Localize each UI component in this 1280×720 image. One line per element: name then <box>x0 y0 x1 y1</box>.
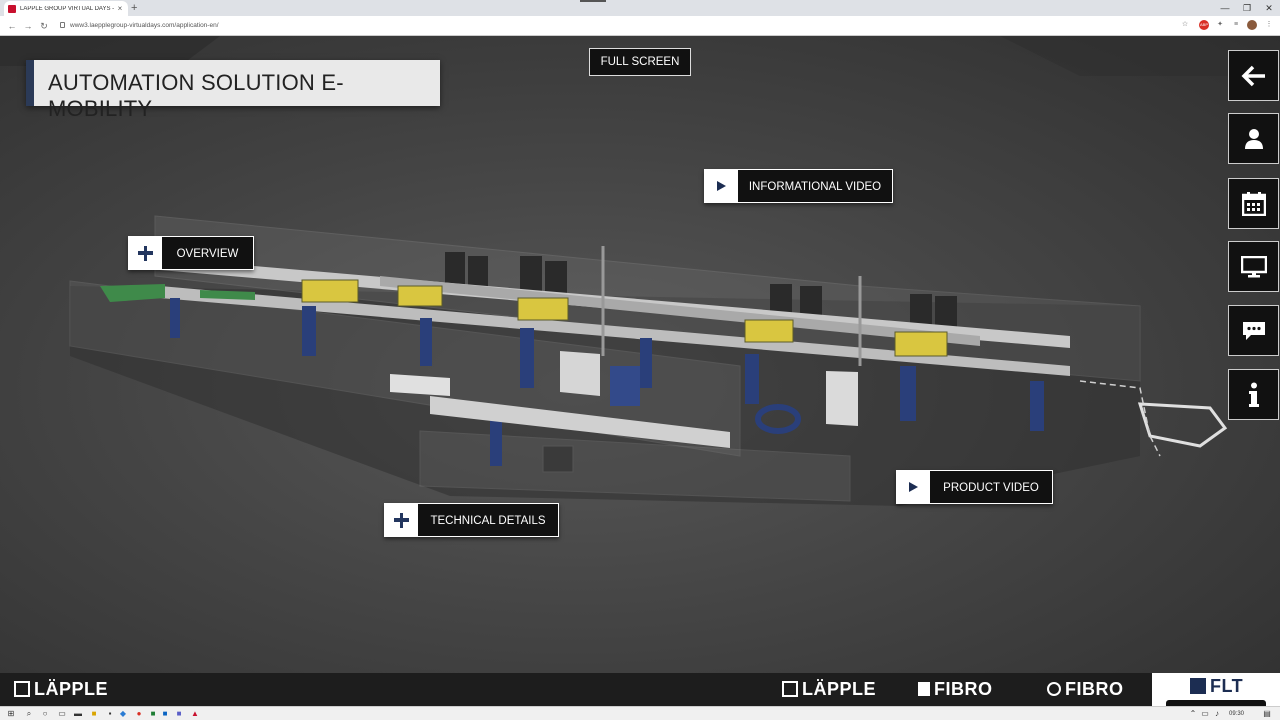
minimize-button[interactable]: — <box>1214 0 1236 16</box>
tray-chevron-icon[interactable]: ⌃ <box>1188 709 1198 719</box>
flt-mark-icon <box>1190 678 1206 694</box>
fibro-logo-2[interactable]: FIBRO <box>1047 678 1124 700</box>
browser-app-icon[interactable]: ▲ <box>190 709 200 719</box>
informational-video-hotspot[interactable]: INFORMATIONAL VIDEO <box>704 169 893 203</box>
info-button[interactable] <box>1228 369 1279 420</box>
windows-start-icon[interactable]: ⊞ <box>6 709 16 719</box>
folder-icon[interactable]: ■ <box>89 709 99 719</box>
vscode-icon[interactable]: ◆ <box>118 709 128 719</box>
calendar-icon <box>1241 191 1266 216</box>
new-tab-button[interactable]: + <box>131 1 137 15</box>
fullscreen-button[interactable]: FULL SCREEN <box>589 48 691 76</box>
outlook-icon[interactable]: ■ <box>160 709 170 719</box>
fibro-logo[interactable]: FIBRO <box>918 678 993 700</box>
chrome-icon[interactable]: ● <box>134 709 144 719</box>
browser-tab[interactable]: LÄPPLE GROUP VIRTUAL DAYS - × <box>4 1 128 16</box>
scene-viewport: AUTOMATION SOLUTION E-MOBILITY FULL SCRE… <box>0 36 1280 673</box>
notifications-icon[interactable]: ▤ <box>1262 709 1272 719</box>
product-video-label: PRODUCT VIDEO <box>930 470 1053 504</box>
os-taskbar: ⊞ ⌕ ○ ▭ ▬ ■ ▪ ◆ ● ■ ■ ■ ▲ ⌃ ▭ ♪ 09:30 ▤ <box>0 706 1280 720</box>
overview-label: OVERVIEW <box>162 236 254 270</box>
network-icon[interactable]: ▭ <box>1200 709 1210 719</box>
search-icon[interactable]: ⌕ <box>24 709 34 719</box>
brand-footer: LÄPPLE LÄPPLE AUTOMOTIVE FIBRO FIBRO FLT <box>0 673 1280 712</box>
clock[interactable]: 09:30 <box>1229 709 1244 719</box>
plus-icon <box>128 236 162 270</box>
teams-icon[interactable]: ■ <box>174 709 184 719</box>
laepple-automotive-text: LÄPPLE <box>802 679 877 699</box>
browser-tab-bar: LÄPPLE GROUP VIRTUAL DAYS - × + — ❐ ✕ <box>0 0 1280 16</box>
user-icon <box>1244 128 1263 149</box>
close-window-button[interactable]: ✕ <box>1258 0 1280 16</box>
back-arrow-icon <box>1241 65 1265 86</box>
laepple-logo-text: LÄPPLE <box>34 679 109 699</box>
forward-nav-icon[interactable]: → <box>22 19 34 33</box>
monitor-icon <box>1240 255 1267 277</box>
page-title-box: AUTOMATION SOLUTION E-MOBILITY <box>26 60 440 121</box>
adblock-extension-icon[interactable]: ABP <box>1199 20 1209 30</box>
app-icon[interactable]: ▪ <box>105 709 115 719</box>
maximize-button[interactable]: ❐ <box>1236 0 1258 16</box>
play-icon <box>896 470 930 504</box>
page-title: AUTOMATION SOLUTION E-MOBILITY <box>48 70 344 121</box>
product-video-hotspot[interactable]: PRODUCT VIDEO <box>896 470 1053 504</box>
technical-details-label: TECHNICAL DETAILS <box>418 503 559 537</box>
site-favicon-icon <box>8 4 16 13</box>
overview-hotspot[interactable]: OVERVIEW <box>128 236 254 270</box>
chat-button[interactable] <box>1228 305 1279 356</box>
file-explorer-icon[interactable]: ▬ <box>73 709 83 719</box>
info-icon <box>1248 382 1259 407</box>
flt-logo: FLT <box>1190 675 1243 697</box>
browser-menu-icon[interactable]: ⋮ <box>1264 20 1274 30</box>
laepple-mark-icon <box>782 681 798 697</box>
cortana-icon[interactable]: ○ <box>40 709 50 719</box>
technical-details-hotspot[interactable]: TECHNICAL DETAILS <box>384 503 559 537</box>
address-bar: ← → ↻ www3.laepplegroup-virtualdays.com/… <box>0 16 1280 36</box>
fibro-logo-text-2: FIBRO <box>1065 679 1124 699</box>
fibro-mark-icon <box>918 682 930 696</box>
window-controls: — ❐ ✕ <box>1214 0 1280 16</box>
laepple-mark-icon <box>14 681 30 697</box>
tab-title: LÄPPLE GROUP VIRTUAL DAYS - <box>20 5 115 12</box>
fibro-ring-icon <box>1047 682 1061 696</box>
profile-button[interactable] <box>1228 113 1279 164</box>
informational-video-label: INFORMATIONAL VIDEO <box>738 169 893 203</box>
volume-icon[interactable]: ♪ <box>1212 709 1222 719</box>
laepple-automotive-logo[interactable]: LÄPPLE AUTOMOTIVE <box>782 678 877 712</box>
reload-icon[interactable]: ↻ <box>38 19 50 33</box>
window-top-marker <box>580 0 606 2</box>
presentation-button[interactable] <box>1228 241 1279 292</box>
back-button[interactable] <box>1228 50 1279 101</box>
chat-icon <box>1242 321 1265 340</box>
laepple-logo-left[interactable]: LÄPPLE <box>14 678 108 700</box>
task-view-icon[interactable]: ▭ <box>57 709 67 719</box>
production-line-illustration <box>0 36 1230 506</box>
bookmark-star-icon[interactable]: ☆ <box>1180 20 1190 30</box>
calendar-button[interactable] <box>1228 178 1279 229</box>
url-input[interactable]: www3.laepplegroup-virtualdays.com/applic… <box>70 20 219 32</box>
spreadsheet-icon[interactable]: ■ <box>148 709 158 719</box>
plus-icon <box>384 503 418 537</box>
play-icon <box>704 169 738 203</box>
flt-tab[interactable]: FLT <box>1152 673 1280 706</box>
back-nav-icon[interactable]: ← <box>6 19 18 33</box>
flt-logo-text: FLT <box>1210 676 1244 696</box>
fibro-logo-text: FIBRO <box>934 679 993 699</box>
profile-avatar[interactable] <box>1247 20 1257 30</box>
media-icon[interactable]: ≡ <box>1231 20 1241 30</box>
extensions-puzzle-icon[interactable]: ✦ <box>1215 20 1225 30</box>
lock-icon <box>60 22 65 28</box>
tab-close-button[interactable]: × <box>116 4 124 13</box>
